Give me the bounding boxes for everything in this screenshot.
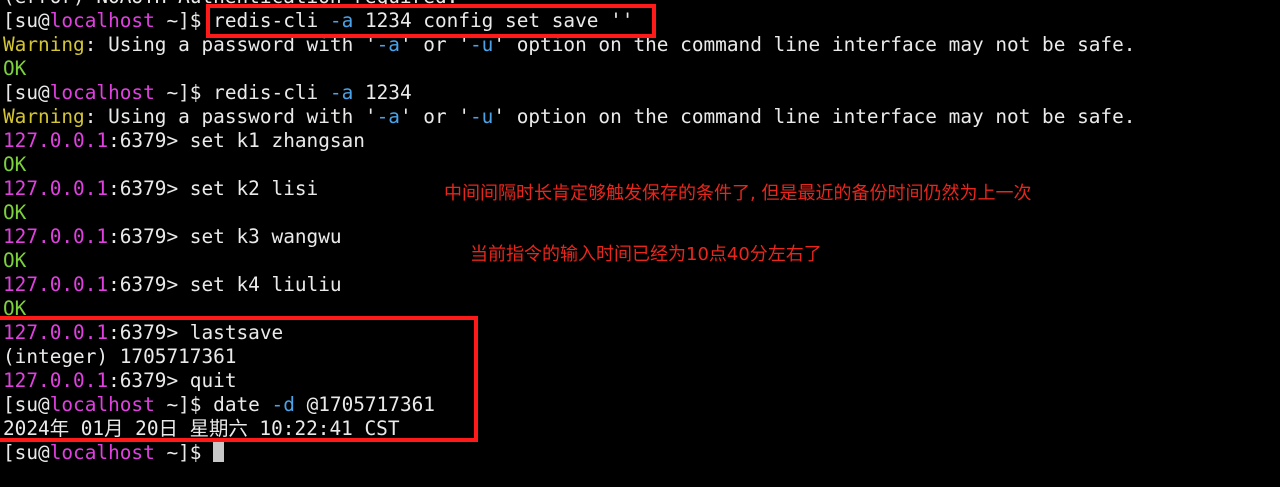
terminal-text-segment: ~]$ redis-cli xyxy=(154,9,330,32)
terminal-text-segment: ~]$ xyxy=(154,441,214,464)
terminal-line: [su@localhost ~]$ xyxy=(3,441,225,465)
terminal-text-segment: 1234 xyxy=(353,81,412,104)
terminal-text-segment: ' option on the command line interface m… xyxy=(493,33,1136,56)
terminal-text-segment: -a xyxy=(376,33,400,56)
terminal-text-segment: :6379> set k1 zhangsan xyxy=(108,129,365,152)
terminal-text-segment: Warning xyxy=(3,105,85,128)
terminal-line: OK xyxy=(3,249,26,273)
terminal-line: 127.0.0.1:6379> quit xyxy=(3,369,237,393)
terminal-text-segment: 2024年 01月 20日 星期六 10:22:41 CST xyxy=(3,417,400,440)
terminal-text-segment: OK xyxy=(3,249,27,272)
terminal-text-segment: :6379> set k3 wangwu xyxy=(108,225,342,248)
terminal-text-segment: :6379> lastsave xyxy=(108,321,284,344)
terminal-text-segment: Warning xyxy=(3,33,85,56)
terminal-text-segment: (integer) 1705717361 xyxy=(3,345,237,368)
terminal-text-segment: ~]$ redis-cli xyxy=(154,81,330,104)
terminal-text-segment: :6379> quit xyxy=(108,369,237,392)
terminal-line: 127.0.0.1:6379> set k2 lisi xyxy=(3,177,318,201)
terminal-line: 127.0.0.1:6379> lastsave xyxy=(3,321,283,345)
terminal-text-segment: : Using a password with ' xyxy=(84,33,377,56)
terminal-text-segment: 127.0.0.1 xyxy=(3,321,109,344)
terminal-text-segment: -d xyxy=(271,393,295,416)
terminal-cursor xyxy=(213,442,225,462)
terminal-text-segment: 127.0.0.1 xyxy=(3,129,109,152)
terminal-text-segment: 1234 config set save '' xyxy=(353,9,634,32)
terminal-text-segment: ' option on the command line interface m… xyxy=(493,105,1136,128)
terminal-text-segment: :6379> set k4 liuliu xyxy=(108,273,342,296)
annotation-note-current-time: 当前指令的输入时间已经为10点40分左右了 xyxy=(470,244,822,265)
terminal-text-segment: :6379> set k2 lisi xyxy=(108,177,319,200)
terminal-partial-line: (error) NOAUTH Authentication required. xyxy=(3,0,458,9)
terminal-line: [su@localhost ~]$ redis-cli -a 1234 conf… xyxy=(3,9,633,33)
terminal-text-segment: 127.0.0.1 xyxy=(3,225,109,248)
terminal-text-segment: ~]$ date xyxy=(154,393,272,416)
terminal-text-segment: localhost xyxy=(49,9,155,32)
terminal-text-segment: OK xyxy=(3,201,27,224)
terminal-line: OK xyxy=(3,153,26,177)
terminal-text-segment: localhost xyxy=(49,441,155,464)
terminal-line: OK xyxy=(3,57,26,81)
terminal-text-segment: ' or ' xyxy=(399,33,470,56)
terminal-line: (integer) 1705717361 xyxy=(3,345,236,369)
terminal-text-segment: 127.0.0.1 xyxy=(3,369,109,392)
terminal-line: [su@localhost ~]$ redis-cli -a 1234 xyxy=(3,81,412,105)
terminal-line: 127.0.0.1:6379> set k4 liuliu xyxy=(3,273,342,297)
terminal-line: OK xyxy=(3,201,26,225)
terminal-line: [su@localhost ~]$ date -d @1705717361 xyxy=(3,393,435,417)
terminal-text-segment: OK xyxy=(3,297,27,320)
terminal-line: Warning: Using a password with '-a' or '… xyxy=(3,33,1135,57)
terminal-text-segment: @1705717361 xyxy=(294,393,435,416)
terminal-text-segment: OK xyxy=(3,57,27,80)
terminal-text-segment: [su@ xyxy=(3,81,50,104)
terminal-text-segment: OK xyxy=(3,153,27,176)
terminal-text-segment: -u xyxy=(470,33,494,56)
terminal-text-segment: 127.0.0.1 xyxy=(3,177,109,200)
terminal-text-segment: -a xyxy=(329,81,354,104)
terminal-text-segment: [su@ xyxy=(3,441,50,464)
terminal-text-segment: ' or ' xyxy=(399,105,470,128)
annotation-note-interval: 中间间隔时长肯定够触发保存的条件了, 但是最近的备份时间仍然为上一次 xyxy=(444,183,1032,204)
terminal-line: 127.0.0.1:6379> set k3 wangwu xyxy=(3,225,342,249)
terminal-text-segment: [su@ xyxy=(3,393,50,416)
terminal-text-segment: -a xyxy=(376,105,400,128)
terminal-text-segment: [su@ xyxy=(3,9,50,32)
terminal-line: Warning: Using a password with '-a' or '… xyxy=(3,105,1135,129)
terminal-text-segment: localhost xyxy=(49,81,155,104)
terminal-line: OK xyxy=(3,297,26,321)
terminal-text-segment: : Using a password with ' xyxy=(84,105,377,128)
terminal-text-segment: -a xyxy=(329,9,354,32)
terminal-line: 2024年 01月 20日 星期六 10:22:41 CST xyxy=(3,417,400,441)
terminal-line: 127.0.0.1:6379> set k1 zhangsan xyxy=(3,129,365,153)
terminal-text-segment: localhost xyxy=(49,393,155,416)
terminal-text-segment: -u xyxy=(470,105,494,128)
terminal-text-segment: 127.0.0.1 xyxy=(3,273,109,296)
terminal-window[interactable]: (error) NOAUTH Authentication required. … xyxy=(0,0,1280,487)
